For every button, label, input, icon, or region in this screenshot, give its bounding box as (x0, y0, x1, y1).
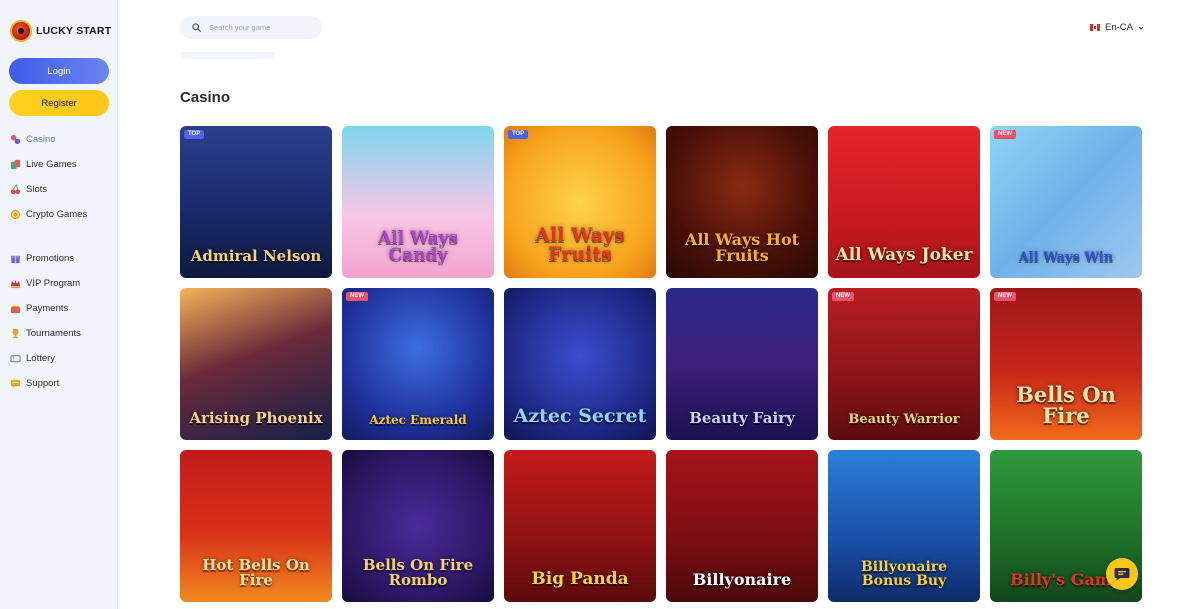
sidebar-item-promotions[interactable]: Promotions (10, 246, 115, 271)
ticket-icon (10, 353, 21, 364)
game-tile[interactable]: Billyonaire Bonus Buy (828, 450, 980, 602)
cherry-icon (10, 184, 21, 195)
language-selector[interactable]: En-CA (1090, 22, 1144, 33)
crown-icon (10, 278, 21, 289)
game-badge: NEW (994, 130, 1016, 139)
game-tile[interactable]: Aztec Secret (504, 288, 656, 440)
search-icon (192, 23, 201, 32)
sidebar-item-crypto-games[interactable]: Crypto Games (10, 202, 115, 227)
game-title: All Ways Joker (835, 245, 973, 265)
game-tile[interactable]: Arising Phoenix (180, 288, 332, 440)
game-tile[interactable]: NEW Beauty Warrior (828, 288, 980, 440)
sidebar-item-label: Promotions (26, 253, 75, 264)
game-title: All Ways Win (1018, 250, 1114, 265)
game-grid: TOP Admiral Nelson All Ways Candy TOP All Wa… (180, 126, 1142, 602)
wallet-icon (10, 303, 21, 314)
main-navigation: Casino Live Games Slots Crypto Games (10, 127, 115, 227)
sidebar-item-label: Tournaments (26, 328, 81, 339)
sidebar-item-label: Support (26, 378, 60, 389)
section-title: Casino (180, 89, 231, 106)
game-title: Billyonaire (692, 570, 792, 589)
game-title: All Ways Fruits (535, 224, 625, 265)
game-title: Beauty Warrior (848, 412, 960, 427)
sidebar-item-label: VIP Program (26, 278, 81, 289)
game-title: All Ways Hot Fruits (684, 230, 800, 265)
sidebar-item-payments[interactable]: Payments (10, 296, 115, 321)
sidebar-item-support[interactable]: Support (10, 371, 115, 396)
sidebar-item-casino[interactable]: Casino (10, 127, 115, 152)
search-bar[interactable] (180, 16, 322, 39)
language-label: En-CA (1105, 22, 1133, 33)
sidebar-item-label: Casino (26, 134, 56, 145)
cards-icon (10, 159, 21, 170)
brand-name: LUCKY START (36, 25, 112, 37)
game-title: Admiral Nelson (190, 247, 322, 265)
brand-logo[interactable]: LUCKY START (10, 20, 111, 42)
game-tile[interactable]: NEW Bells On Fire (990, 288, 1142, 440)
sidebar-item-live-games[interactable]: Live Games (10, 152, 115, 177)
game-title: Aztec Secret (513, 405, 647, 427)
chat-icon (1114, 568, 1130, 581)
secondary-navigation: Promotions VIP Program Payments Tournaments… (10, 246, 115, 396)
game-tile[interactable]: All Ways Joker (828, 126, 980, 278)
game-tile[interactable]: All Ways Candy (342, 126, 494, 278)
game-tile[interactable]: NEW Aztec Emerald (342, 288, 494, 440)
casino-icon (10, 134, 21, 145)
game-title: Bells On Fire Rombo (362, 556, 474, 589)
sidebar-item-label: Live Games (26, 159, 77, 170)
sidebar-item-tournaments[interactable]: Tournaments (10, 321, 115, 346)
chevron-down-icon (1138, 26, 1144, 30)
search-input[interactable] (209, 23, 309, 32)
game-title: Billyonaire Bonus Buy (860, 559, 948, 589)
sidebar-item-label: Slots (26, 184, 48, 195)
game-tile[interactable]: TOP Admiral Nelson (180, 126, 332, 278)
sidebar-item-label: Crypto Games (26, 209, 88, 220)
game-tile[interactable]: TOP All Ways Fruits (504, 126, 656, 278)
game-title: Aztec Emerald (369, 413, 467, 427)
game-title: Hot Bells On Fire (202, 556, 310, 589)
game-title: Bells On Fire (1016, 382, 1116, 428)
game-tile[interactable]: Beauty Fairy (666, 288, 818, 440)
canada-flag-icon (1090, 24, 1100, 31)
game-tile[interactable]: Big Panda (504, 450, 656, 602)
gift-icon (10, 253, 21, 264)
live-chat-button[interactable] (1106, 558, 1138, 590)
trophy-icon (10, 328, 21, 339)
game-badge: NEW (832, 292, 854, 301)
game-badge: NEW (994, 292, 1016, 301)
game-tile[interactable]: Hot Bells On Fire (180, 450, 332, 602)
register-button[interactable]: Register (9, 90, 109, 116)
game-badge: TOP (508, 130, 529, 139)
brand-logo-icon (10, 20, 32, 42)
coin-icon (10, 209, 21, 220)
game-title: All Ways Candy (377, 228, 459, 265)
sidebar-item-label: Lottery (26, 353, 56, 364)
sidebar: LUCKY START Login Register Casino Live Ga… (0, 0, 118, 609)
category-scroll-strip (180, 52, 276, 59)
sidebar-item-slots[interactable]: Slots (10, 177, 115, 202)
game-title: Big Panda (531, 569, 629, 589)
sidebar-item-label: Payments (26, 303, 69, 314)
game-tile[interactable]: Bells On Fire Rombo (342, 450, 494, 602)
login-button[interactable]: Login (9, 58, 109, 84)
sidebar-item-vip-program[interactable]: VIP Program (10, 271, 115, 296)
game-badge: TOP (184, 130, 205, 139)
game-tile[interactable]: All Ways Hot Fruits (666, 126, 818, 278)
game-badge: NEW (346, 292, 368, 301)
game-tile[interactable]: NEW All Ways Win (990, 126, 1142, 278)
game-title: Beauty Fairy (689, 409, 795, 427)
game-title: Arising Phoenix (189, 409, 323, 427)
sidebar-item-lottery[interactable]: Lottery (10, 346, 115, 371)
game-tile[interactable]: Billyonaire (666, 450, 818, 602)
support-icon (10, 378, 21, 389)
